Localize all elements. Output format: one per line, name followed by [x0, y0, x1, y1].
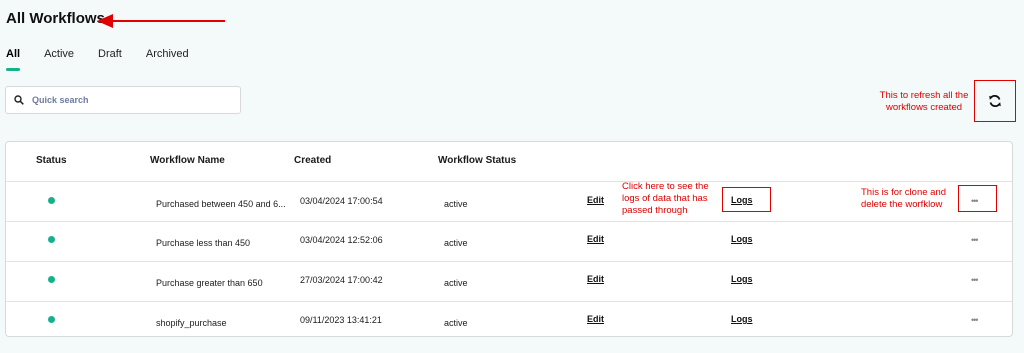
- edit-link[interactable]: Edit: [587, 274, 604, 284]
- refresh-icon: [989, 94, 1001, 108]
- column-header-workflow-status: Workflow Status: [438, 155, 517, 166]
- tab-all[interactable]: All: [6, 48, 21, 71]
- logs-link[interactable]: Logs: [731, 274, 753, 284]
- workflow-status: active: [444, 318, 468, 328]
- created-date: 09/11/2023 13:41:21: [300, 315, 382, 325]
- workflow-name: Purchased between 450 and 6...: [156, 199, 286, 209]
- annotation-arrow: [97, 14, 225, 28]
- edit-link[interactable]: Edit: [587, 234, 604, 244]
- workflows-page: All Workflows All Active Draft Archived …: [0, 0, 1024, 353]
- more-options-icon[interactable]: •••: [971, 275, 979, 285]
- more-options-icon[interactable]: •••: [971, 315, 979, 325]
- workflow-name: Purchase less than 450: [156, 238, 251, 248]
- search-icon: [14, 95, 24, 105]
- tab-active[interactable]: Active: [44, 48, 74, 67]
- logs-highlight-box: [722, 187, 771, 212]
- page-title: All Workflows: [6, 10, 105, 27]
- workflows-table: Status Workflow Name Created Workflow St…: [5, 141, 1013, 337]
- column-header-status: Status: [36, 155, 67, 166]
- created-date: 27/03/2024 17:00:42: [300, 275, 383, 285]
- workflow-name: Purchase greater than 650: [156, 278, 263, 288]
- tab-draft[interactable]: Draft: [98, 48, 122, 67]
- status-dot: [48, 316, 55, 323]
- menu-highlight-box: [958, 185, 997, 212]
- created-date: 03/04/2024 17:00:54: [300, 196, 383, 206]
- workflow-status: active: [444, 238, 468, 248]
- workflow-status: active: [444, 199, 468, 209]
- annotation-refresh: This to refresh all the workflows create…: [879, 90, 969, 113]
- table-row[interactable]: shopify_purchase 09/11/2023 13:41:21 act…: [6, 302, 1012, 336]
- search-input[interactable]: [30, 94, 224, 106]
- annotation-logs: Click here to see the logs of data that …: [622, 181, 709, 216]
- tab-bar: All Active Draft Archived: [6, 48, 189, 71]
- column-header-created: Created: [294, 155, 332, 166]
- table-row[interactable]: Purchase greater than 650 27/03/2024 17:…: [6, 262, 1012, 302]
- status-dot: [48, 276, 55, 283]
- edit-link[interactable]: Edit: [587, 195, 604, 205]
- more-options-icon[interactable]: •••: [971, 235, 979, 245]
- refresh-button[interactable]: [986, 92, 1004, 110]
- workflow-name: shopify_purchase: [156, 318, 227, 328]
- status-dot: [48, 197, 55, 204]
- status-dot: [48, 236, 55, 243]
- edit-link[interactable]: Edit: [587, 314, 604, 324]
- table-row[interactable]: Purchase less than 450 03/04/2024 12:52:…: [6, 222, 1012, 262]
- logs-link[interactable]: Logs: [731, 234, 753, 244]
- table-header: Status Workflow Name Created Workflow St…: [6, 142, 1012, 182]
- annotation-menu: This is for clone and delete the worfklo…: [861, 187, 947, 210]
- workflow-status: active: [444, 278, 468, 288]
- tab-archived[interactable]: Archived: [146, 48, 189, 67]
- column-header-workflow-name: Workflow Name: [150, 155, 225, 166]
- search-box[interactable]: [5, 86, 241, 114]
- logs-link[interactable]: Logs: [731, 314, 753, 324]
- created-date: 03/04/2024 12:52:06: [300, 235, 383, 245]
